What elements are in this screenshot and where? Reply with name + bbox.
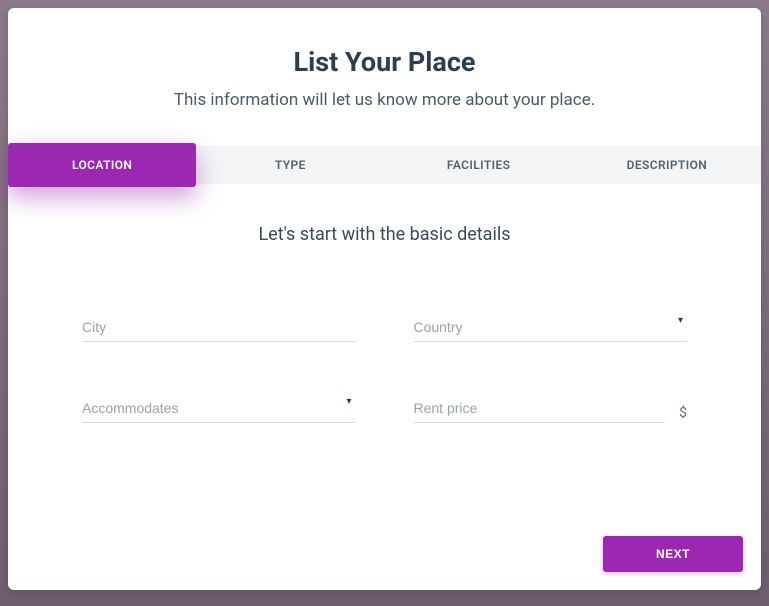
page-title: List Your Place	[8, 46, 761, 78]
field-accommodates: ▾	[82, 394, 356, 423]
header: List Your Place This information will le…	[8, 8, 761, 110]
country-select[interactable]	[414, 313, 688, 342]
tab-facilities[interactable]: FACILITIES	[385, 146, 573, 184]
section-heading: Let's start with the basic details	[8, 224, 761, 245]
city-input[interactable]	[82, 313, 356, 342]
field-city	[82, 313, 356, 342]
tab-description[interactable]: DESCRIPTION	[573, 146, 761, 184]
tab-location[interactable]: LOCATION	[8, 143, 196, 187]
rent-input[interactable]	[414, 394, 666, 423]
listing-card: List Your Place This information will le…	[8, 8, 761, 590]
next-button[interactable]: NEXT	[603, 536, 743, 572]
field-country: ▾	[414, 313, 688, 342]
tabs: LOCATION TYPE FACILITIES DESCRIPTION	[8, 146, 761, 184]
tab-type[interactable]: TYPE	[196, 146, 384, 184]
currency-suffix: $	[679, 405, 687, 423]
accommodates-select[interactable]	[82, 394, 356, 423]
field-rent: $	[414, 394, 688, 423]
form-grid: ▾ ▾ $	[8, 245, 761, 423]
page-subtitle: This information will let us know more a…	[8, 90, 761, 110]
